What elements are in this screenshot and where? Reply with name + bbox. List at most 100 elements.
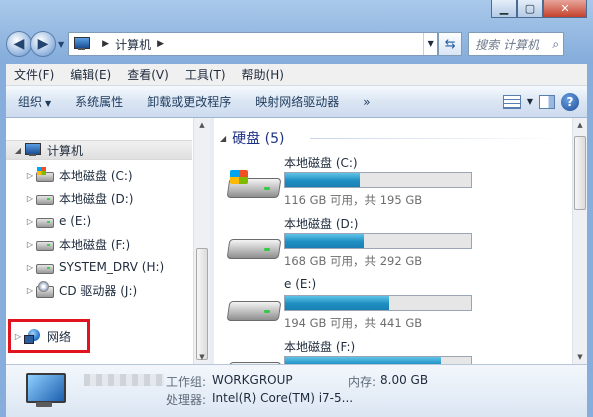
system-properties-button[interactable]: 系统属性	[63, 93, 135, 110]
hard-drive-icon	[36, 260, 54, 274]
expand-triangle-icon[interactable]: ▷	[24, 171, 36, 180]
drive-usage-fill	[285, 234, 365, 248]
nav-item-computer[interactable]: ◢ 计算机	[6, 140, 192, 160]
chevron-right-icon[interactable]: ▶	[157, 39, 164, 49]
drive-tile-d[interactable]: 本地磁盘 (D:) 168 GB 可用，共 292 GB	[228, 215, 568, 275]
computer-name-redacted	[84, 374, 164, 386]
hard-drive-icon	[228, 295, 280, 323]
nav-item-network[interactable]: ▷ 网络	[6, 326, 71, 346]
more-commands-button[interactable]: »	[351, 95, 382, 109]
command-bar: 组织 ▼ 系统属性 卸载或更改程序 映射网络驱动器 » ▼ ?	[6, 86, 587, 118]
nav-item-label: e (E:)	[59, 214, 92, 228]
network-icon	[24, 329, 42, 344]
group-header-label: 硬盘 (5)	[232, 131, 285, 147]
nav-item-label: 本地磁盘 (F:)	[59, 237, 131, 252]
drive-usage-fill	[285, 296, 390, 310]
search-input[interactable]: 搜索 计算机 ⌕	[468, 32, 565, 56]
scroll-up-icon[interactable]: ▲	[573, 121, 587, 129]
system-drive-icon	[228, 170, 280, 200]
memory-label: 内存:	[348, 375, 377, 389]
content-scrollbar-thumb[interactable]	[574, 136, 586, 210]
drive-tile-c[interactable]: 本地磁盘 (C:) 116 GB 可用，共 195 GB	[228, 154, 568, 214]
collapse-triangle-icon[interactable]: ◢	[12, 146, 24, 155]
close-button[interactable]: ✕	[543, 0, 587, 18]
processor-value: Intel(R) Core(TM) i7-5...	[212, 391, 354, 405]
menu-bar: 文件(F) 编辑(E) 查看(V) 工具(T) 帮助(H)	[6, 64, 587, 86]
expand-triangle-icon[interactable]: ▷	[24, 286, 36, 295]
expand-triangle-icon[interactable]: ▷	[24, 240, 36, 249]
change-view-icon[interactable]	[502, 94, 521, 109]
processor-label: 处理器:	[166, 393, 207, 407]
view-controls: ▼ ?	[502, 92, 587, 111]
drive-name: 本地磁盘 (D:)	[284, 217, 359, 231]
search-icon[interactable]: ⌕	[552, 37, 559, 52]
workgroup-label: 工作组:	[166, 375, 207, 389]
menu-tools[interactable]: 工具(T)	[177, 66, 234, 83]
scroll-up-icon[interactable]: ▲	[194, 121, 210, 129]
nav-scrollbar[interactable]: ▲ ▼	[193, 118, 210, 364]
nav-item-drive-f[interactable]: ▷ 本地磁盘 (F:)	[6, 234, 130, 254]
hard-drive-icon	[36, 191, 54, 205]
expand-triangle-icon[interactable]: ▷	[12, 332, 24, 341]
group-header-hard-disks[interactable]: ◢ 硬盘 (5)	[220, 128, 284, 148]
drive-usage-fill	[285, 173, 361, 187]
content-scrollbar[interactable]: ▲ ▼	[572, 118, 587, 364]
drive-usage-bar	[284, 172, 472, 188]
search-placeholder: 搜索 计算机	[475, 37, 539, 52]
memory-value: 8.00 GB	[380, 373, 429, 387]
collapse-group-icon[interactable]: ◢	[220, 134, 226, 143]
hard-drive-icon	[228, 356, 280, 364]
hard-drive-icon	[228, 233, 280, 261]
chevron-down-icon: ▼	[45, 99, 52, 108]
nav-item-drive-d[interactable]: ▷ 本地磁盘 (D:)	[6, 188, 134, 208]
nav-item-drive-e[interactable]: ▷ e (E:)	[6, 211, 91, 231]
breadcrumb-computer[interactable]: 计算机	[115, 36, 151, 53]
expand-triangle-icon[interactable]: ▷	[24, 263, 36, 272]
forward-arrow-icon: ▶	[37, 36, 49, 52]
nav-item-label: CD 驱动器 (J:)	[59, 283, 138, 298]
maximize-button[interactable]: ▢	[517, 0, 543, 18]
drive-tile-f[interactable]: 本地磁盘 (F:)	[228, 338, 568, 364]
organize-button[interactable]: 组织 ▼	[6, 93, 63, 110]
chevron-right-icon[interactable]: ▶	[102, 39, 109, 49]
nav-item-label: 本地磁盘 (C:)	[59, 168, 133, 183]
nav-scrollbar-thumb[interactable]	[196, 248, 208, 360]
scroll-down-icon[interactable]: ▼	[573, 353, 587, 361]
map-network-drive-button[interactable]: 映射网络驱动器	[243, 93, 351, 110]
drive-usage-fill	[285, 357, 442, 364]
nav-item-label: 网络	[47, 329, 72, 344]
preview-pane-icon[interactable]	[539, 94, 555, 109]
drive-usage-bar	[284, 233, 472, 249]
drive-name: 本地磁盘 (F:)	[284, 340, 356, 354]
nav-item-drive-c[interactable]: ▷ 本地磁盘 (C:)	[6, 165, 133, 185]
scroll-down-icon[interactable]: ▼	[194, 353, 210, 361]
minimize-button[interactable]: ▁	[491, 0, 517, 18]
drive-name: e (E:)	[284, 277, 317, 291]
content-pane: ◢ 硬盘 (5) 本地磁盘 (C:) 116 GB 可用，共 195 GB 本地…	[214, 118, 572, 364]
menu-view[interactable]: 查看(V)	[119, 66, 177, 83]
menu-help[interactable]: 帮助(H)	[234, 66, 292, 83]
system-drive-icon	[36, 167, 54, 182]
refresh-button[interactable]: ⇆	[438, 32, 463, 56]
address-dropdown[interactable]: ▼	[423, 33, 437, 55]
forward-button[interactable]: ▶	[30, 31, 56, 57]
help-icon[interactable]: ?	[561, 92, 579, 111]
nav-item-drive-j[interactable]: ▷ CD 驱动器 (J:)	[6, 280, 137, 300]
nav-item-label: 本地磁盘 (D:)	[59, 191, 134, 206]
expand-triangle-icon[interactable]: ▷	[24, 194, 36, 203]
nav-item-drive-h[interactable]: ▷ SYSTEM_DRV (H:)	[6, 257, 164, 277]
menu-edit[interactable]: 编辑(E)	[62, 66, 119, 83]
group-divider	[310, 138, 566, 139]
chevron-down-icon[interactable]: ▼	[527, 97, 533, 106]
drive-tile-e[interactable]: e (E:) 194 GB 可用，共 441 GB	[228, 277, 568, 337]
hard-drive-icon	[36, 214, 54, 228]
expand-triangle-icon[interactable]: ▷	[24, 217, 36, 226]
menu-file[interactable]: 文件(F)	[6, 66, 62, 83]
back-button[interactable]: ◀	[6, 31, 32, 57]
recent-pages-dropdown[interactable]: ▼	[58, 40, 64, 49]
workgroup-value: WORKGROUP	[212, 373, 293, 387]
address-bar[interactable]: ▶ 计算机 ▶ ▼	[68, 32, 439, 56]
caption-buttons: ▁ ▢ ✕	[491, 0, 587, 18]
uninstall-program-button[interactable]: 卸载或更改程序	[135, 93, 243, 110]
refresh-icon: ⇆	[444, 36, 456, 52]
